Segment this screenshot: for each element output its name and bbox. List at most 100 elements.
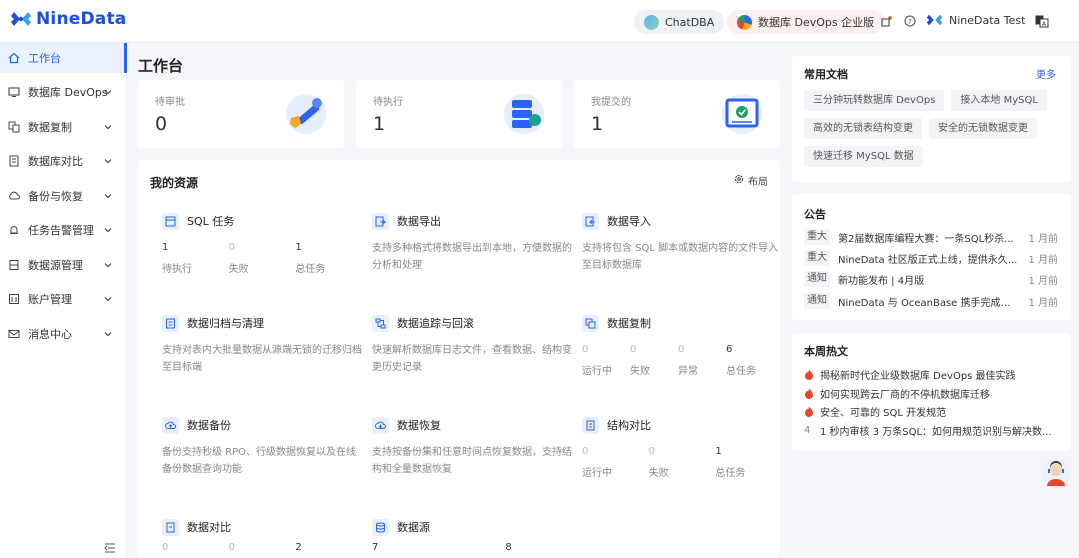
resource-card-replication[interactable]: 数据复制 0 运行中 0 失败 0 异常 6 总任务 xyxy=(582,314,782,414)
stat-label: 总任务 xyxy=(726,366,756,377)
docs-more-link[interactable]: 更多 xyxy=(1036,66,1056,81)
notification-icon[interactable] xyxy=(879,14,893,28)
notice-date: 1 月前 xyxy=(1028,233,1058,245)
stat-value: 1 xyxy=(295,242,302,253)
resource-card-restore[interactable]: 数据恢复 支持按备份集和任意时间点恢复数据，支持结构和全量数据恢复 xyxy=(372,416,572,516)
hot-article-text: 安全、可靠的 SQL 开发规范 xyxy=(820,407,947,419)
doc-tag[interactable]: 高效的无锁表结构变更 xyxy=(804,118,922,139)
sidebar-item-account[interactable]: 账户管理 xyxy=(0,284,124,314)
doc-tag[interactable]: 三分钟玩转数据库 DevOps xyxy=(804,90,945,111)
chatdba-button[interactable]: ChatDBA xyxy=(634,10,725,34)
stat-label: 总任务 xyxy=(715,468,746,479)
notice-badge: 通知 xyxy=(804,293,830,309)
sidebar-item-db-compare[interactable]: 数据库对比 xyxy=(0,146,124,176)
card-description: 支持对表内大批量数据从源端无锁的迁移归档至目标端 xyxy=(162,345,362,373)
doc-tag[interactable]: 接入本地 MySQL xyxy=(951,90,1047,111)
resource-card-tracking[interactable]: 数据追踪与回滚 快速解析数据库日志文件，查看数据、结构变更历史记录 xyxy=(372,314,572,414)
hot-article-item[interactable]: 4 1 秒内审核 3 万条SQL：如何用规范识别与解决数... xyxy=(804,422,1059,438)
brand-logo[interactable]: NineData xyxy=(10,9,126,29)
hot-article-item[interactable]: 安全、可靠的 SQL 开发规范 xyxy=(804,403,1059,419)
stat-label: 失败 xyxy=(630,366,650,377)
sidebar-item-label: 数据库 DevOps xyxy=(28,86,108,99)
sidebar-item-label: 数据库对比 xyxy=(28,155,83,168)
notice-date: 1 月前 xyxy=(1028,275,1058,287)
notice-text: 第2届数据库编程大赛：一条SQL秒杀... xyxy=(838,233,1014,245)
sidebar-item-label: 数据源管理 xyxy=(28,259,83,272)
sidebar-item-label: 备份与恢复 xyxy=(28,190,83,203)
resource-card-data-export[interactable]: 数据导出 支持多种格式将数据导出到本地，方便数据的分析和处理 xyxy=(372,212,572,312)
cloud-backup-icon xyxy=(162,416,179,434)
top-bar: NineData ChatDBA 数据库 DevOps 企业版 ? NineDa… xyxy=(0,0,1079,43)
hot-title: 本周热文 xyxy=(804,345,848,358)
stat-label: 运行中 xyxy=(582,366,612,377)
approval-illustration-icon xyxy=(283,92,329,140)
layout-label: 布局 xyxy=(748,177,768,188)
stat-card-submitted[interactable]: 我提交的 1 xyxy=(574,80,780,148)
stat-value: 8 xyxy=(505,542,512,553)
stat-value: 0 xyxy=(630,344,637,355)
chevron-down-icon xyxy=(104,293,112,306)
chevron-down-icon xyxy=(104,121,112,134)
stat-card-pending-approval[interactable]: 待审批 0 xyxy=(138,80,344,148)
card-description: 支持多种格式将数据导出到本地，方便数据的分析和处理 xyxy=(372,243,572,271)
resource-card-data-compare[interactable]: 数据对比 0 0 2 xyxy=(162,518,362,558)
doc-tag[interactable]: 安全的无锁数据变更 xyxy=(929,118,1037,139)
stat-value: 0 xyxy=(648,446,656,457)
tracking-icon xyxy=(372,314,389,332)
notice-item[interactable]: 重大 NineData 社区版正式上线，提供永久... 1 月前 xyxy=(804,249,1058,267)
notice-panel: 公告 重大 第2届数据库编程大赛：一条SQL秒杀... 1 月前 重大 Nine… xyxy=(792,194,1071,320)
resource-card-archive[interactable]: 数据归档与清理 支持对表内大批量数据从源端无锁的迁移归档至目标端 xyxy=(162,314,362,414)
fire-icon xyxy=(804,388,820,399)
card-title: 数据导出 xyxy=(397,215,441,228)
doc-tag[interactable]: 快速迁移 MySQL 数据 xyxy=(804,146,923,167)
export-icon xyxy=(372,212,389,230)
resource-card-data-import[interactable]: 数据导入 支持将包含 SQL 脚本或数据内容的文件导入至目标数据库 xyxy=(582,212,782,312)
sidebar: 工作台 数据库 DevOps 数据复制 数据库对比 备份与恢复 任务告警管理 数… xyxy=(0,43,127,558)
sidebar-item-alarm[interactable]: 任务告警管理 xyxy=(0,215,124,245)
hot-article-item[interactable]: 揭秘新时代企业级数据库 DevOps 最佳实践 xyxy=(804,366,1059,382)
sidebar-item-messages[interactable]: 消息中心 xyxy=(0,319,124,349)
resource-card-backup[interactable]: 数据备份 备份支持秒级 RPO、行级数据恢复以及在线备份数据查询功能 xyxy=(162,416,362,516)
sidebar-item-devops[interactable]: 数据库 DevOps xyxy=(0,77,124,107)
card-title: SQL 任务 xyxy=(187,215,235,228)
stat-label: 总任务 xyxy=(295,264,326,275)
support-avatar[interactable] xyxy=(1041,458,1071,488)
help-icon[interactable]: ? xyxy=(903,14,917,28)
resource-card-schema-compare[interactable]: 结构对比 0 运行中 0 失败 1 总任务 xyxy=(582,416,782,516)
stat-value: 1 xyxy=(591,113,604,135)
alarm-icon xyxy=(8,224,20,236)
stat-card-pending-execution[interactable]: 待执行 1 xyxy=(356,80,562,148)
layout-button[interactable]: 布局 xyxy=(734,173,768,188)
edition-button[interactable]: 数据库 DevOps 企业版 xyxy=(727,10,885,34)
stat-value: 0 xyxy=(162,542,169,553)
my-resources-panel: 我的资源 布局 SQL 任务 1 待执行 0 失败 1 总任务 数据导出 支持多种格式… xyxy=(138,160,780,558)
sidebar-item-datasource[interactable]: 数据源管理 xyxy=(0,250,124,280)
hot-article-text: 1 秒内审核 3 万条SQL：如何用规范识别与解决数... xyxy=(820,426,1052,438)
user-menu[interactable]: NineData Test xyxy=(926,12,1025,28)
sql-task-icon xyxy=(162,212,179,230)
sidebar-item-backup[interactable]: 备份与恢复 xyxy=(0,181,124,211)
compare-icon xyxy=(8,155,20,167)
card-title: 结构对比 xyxy=(607,419,651,432)
sidebar-item-label: 数据复制 xyxy=(28,121,72,134)
notice-item[interactable]: 通知 新功能发布 | 4月版 1 月前 xyxy=(804,270,1058,288)
notice-date: 1 月前 xyxy=(1028,254,1058,266)
sidebar-item-workbench[interactable]: 工作台 xyxy=(0,43,127,73)
resource-card-sql-task[interactable]: SQL 任务 1 待执行 0 失败 1 总任务 xyxy=(162,212,362,312)
sidebar-item-replication[interactable]: 数据复制 xyxy=(0,112,124,142)
stat-label: 运行中 xyxy=(582,468,612,479)
rank-number: 4 xyxy=(804,424,811,436)
notice-item[interactable]: 通知 NineData 与 OceanBase 携手完成产... 1 月前 xyxy=(804,292,1058,310)
chevron-down-icon xyxy=(104,155,112,168)
resource-card-datasource[interactable]: 数据源 7 8 xyxy=(372,518,572,558)
hot-article-text: 揭秘新时代企业级数据库 DevOps 最佳实践 xyxy=(820,370,1016,382)
chevron-down-icon xyxy=(104,259,112,272)
language-icon[interactable]: A xyxy=(1034,14,1050,28)
notice-text: NineData 社区版正式上线，提供永久... xyxy=(838,254,1018,266)
notice-item[interactable]: 重大 第2届数据库编程大赛：一条SQL秒杀... 1 月前 xyxy=(804,228,1058,246)
hot-article-text: 如何实现跨云厂商的不停机数据库迁移 xyxy=(820,389,990,401)
collapse-sidebar-icon[interactable] xyxy=(104,538,116,553)
mail-icon xyxy=(8,328,20,340)
sidebar-item-label: 消息中心 xyxy=(28,328,72,341)
hot-article-item[interactable]: 如何实现跨云厂商的不停机数据库迁移 xyxy=(804,385,1059,401)
